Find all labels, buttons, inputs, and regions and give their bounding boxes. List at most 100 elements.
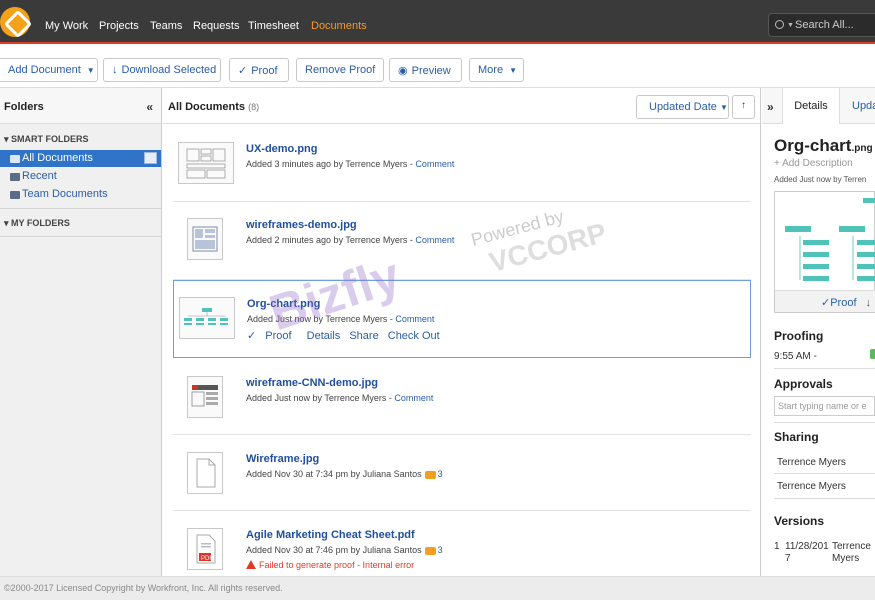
shared-user: Terrence Myers — [777, 481, 846, 492]
document-preview[interactable]: ✓Proof ↓ — [774, 191, 875, 313]
pdf-file-icon: PDF — [196, 534, 216, 564]
folders-title: Folders — [4, 101, 44, 113]
sharing-heading: Sharing — [774, 430, 819, 444]
nav-documents[interactable]: Documents — [311, 20, 367, 32]
collapse-panel-icon[interactable]: « — [146, 100, 153, 114]
document-thumbnail[interactable] — [179, 297, 235, 339]
document-row[interactable]: wireframe-CNN-demo.jpg Added Just now by… — [173, 360, 751, 438]
detail-added-text: Added Just now by Terren — [774, 175, 867, 184]
divider — [0, 208, 161, 209]
detail-document-title: Org-chart.png — [774, 136, 873, 156]
expand-panel-icon[interactable]: » — [767, 100, 774, 114]
divider — [0, 236, 161, 237]
download-selected-button[interactable]: ↓ Download Selected — [103, 58, 221, 82]
comment-link[interactable]: Comment — [394, 393, 433, 403]
document-name-link[interactable]: UX-demo.png — [246, 143, 318, 155]
approvals-input[interactable]: Start typing name or e — [774, 396, 875, 416]
more-button[interactable]: More ▼ — [469, 58, 524, 82]
search-input[interactable]: ▼ Search All... — [768, 13, 875, 37]
meta-text: Added 2 minutes ago by Terrence Myers — [246, 235, 408, 245]
document-name-link[interactable]: wireframes-demo.jpg — [246, 219, 357, 231]
add-document-label: Add Document — [8, 64, 81, 76]
proof-status-chip[interactable] — [870, 349, 875, 359]
title-text: All Documents — [168, 101, 246, 113]
sort-dropdown[interactable]: Updated Date ▼ — [636, 95, 729, 119]
warning-icon — [246, 560, 256, 569]
divider — [774, 473, 875, 474]
versions-heading: Versions — [774, 514, 825, 528]
preview-proof-button[interactable]: ✓Proof ↓ — [775, 290, 875, 312]
comment-bubble-icon — [424, 546, 436, 555]
document-thumbnail[interactable] — [178, 142, 234, 184]
document-meta: Added 2 minutes ago by Terrence Myers - … — [246, 235, 455, 245]
download-icon[interactable]: ↓ — [866, 297, 872, 309]
divider — [774, 422, 875, 423]
document-row[interactable]: Wireframe.jpg Added Nov 30 at 7:34 pm by… — [173, 436, 751, 514]
comment-link[interactable]: Comment — [415, 235, 454, 245]
folder-icon — [10, 191, 20, 199]
tab-updates[interactable]: Upda — [852, 88, 875, 124]
chevron-down-icon: ▼ — [719, 103, 728, 112]
document-list-panel: All Documents (8) Updated Date ▼ ↑ UX-de… — [163, 88, 761, 576]
checkmark-icon: ✓ — [821, 297, 831, 309]
org-chart-thumbnail-icon — [184, 308, 228, 325]
version-user-cont: Myers — [832, 553, 860, 564]
nav-timesheet[interactable]: Timesheet — [248, 20, 299, 32]
my-folders-label: MY FOLDERS — [11, 218, 70, 228]
workfront-logo-icon[interactable] — [0, 7, 30, 37]
comment-link[interactable]: Comment — [395, 314, 434, 324]
meta-text: Added Nov 30 at 7:46 pm by Juliana Santo… — [246, 545, 422, 555]
document-name-link[interactable]: Wireframe.jpg — [246, 453, 319, 465]
document-row-selected[interactable]: Org-chart.png Added Just now by Terrence… — [173, 280, 751, 358]
check-out-action-link[interactable]: Check Out — [388, 330, 440, 342]
folder-menu-icon[interactable] — [144, 152, 157, 164]
document-thumbnail[interactable] — [187, 452, 223, 494]
sort-arrow-icon: ↑ — [741, 100, 746, 111]
proof-button[interactable]: ✓ Proof — [229, 58, 289, 82]
document-thumbnail[interactable] — [187, 218, 223, 260]
approvals-placeholder: Start typing name or e — [778, 401, 867, 411]
preview-button[interactable]: ◉ Preview — [389, 58, 462, 82]
document-list-title: All Documents (8) — [168, 101, 259, 113]
document-name-link[interactable]: wireframe-CNN-demo.jpg — [246, 377, 378, 389]
nav-projects[interactable]: Projects — [99, 20, 139, 32]
proofing-heading: Proofing — [774, 329, 824, 343]
document-count: (8) — [248, 102, 260, 112]
folders-panel: Folders « ▾ SMART FOLDERS All Documents … — [0, 88, 162, 576]
divider — [774, 368, 875, 369]
nav-teams[interactable]: Teams — [150, 20, 182, 32]
document-thumbnail[interactable]: PDF — [187, 528, 223, 570]
more-label: More — [478, 64, 504, 76]
comment-link[interactable]: Comment — [415, 159, 454, 169]
document-name-link[interactable]: Agile Marketing Cheat Sheet.pdf — [246, 529, 415, 541]
folder-label: Recent — [22, 170, 57, 182]
sort-label: Updated Date — [649, 101, 717, 113]
folder-team-documents[interactable]: Team Documents — [0, 186, 161, 203]
document-thumbnail[interactable] — [187, 376, 223, 418]
tab-details[interactable]: Details — [782, 88, 840, 124]
shared-user: Terrence Myers — [777, 457, 846, 468]
document-meta: Added Nov 30 at 7:34 pm by Juliana Santo… — [246, 469, 443, 479]
comment-count[interactable]: 3 — [438, 545, 443, 555]
divider — [774, 498, 875, 499]
nav-my-work[interactable]: My Work — [45, 20, 88, 32]
add-document-button[interactable]: Add Document ▼ — [0, 58, 98, 82]
folder-recent[interactable]: Recent — [0, 168, 161, 185]
share-action-link[interactable]: Share — [349, 330, 378, 342]
smart-folders-heading[interactable]: ▾ SMART FOLDERS — [4, 134, 89, 145]
add-description-link[interactable]: + Add Description — [774, 158, 853, 169]
remove-proof-button[interactable]: Remove Proof — [296, 58, 384, 82]
download-icon: ↓ — [112, 64, 118, 76]
document-row[interactable]: UX-demo.png Added 3 minutes ago by Terre… — [173, 126, 751, 204]
my-folders-heading[interactable]: ▾ MY FOLDERS — [4, 218, 70, 229]
search-icon — [775, 20, 784, 29]
sort-direction-button[interactable]: ↑ — [732, 95, 755, 119]
org-chart-preview-icon — [785, 198, 875, 281]
proof-label: Proof — [251, 65, 278, 77]
comment-count[interactable]: 3 — [438, 469, 443, 479]
nav-requests[interactable]: Requests — [193, 20, 239, 32]
search-placeholder: Search All... — [795, 19, 854, 31]
chevron-down-icon[interactable]: ▼ — [787, 22, 794, 29]
document-row[interactable]: wireframes-demo.jpg Added 2 minutes ago … — [173, 202, 751, 280]
folder-all-documents[interactable]: All Documents — [0, 150, 161, 167]
